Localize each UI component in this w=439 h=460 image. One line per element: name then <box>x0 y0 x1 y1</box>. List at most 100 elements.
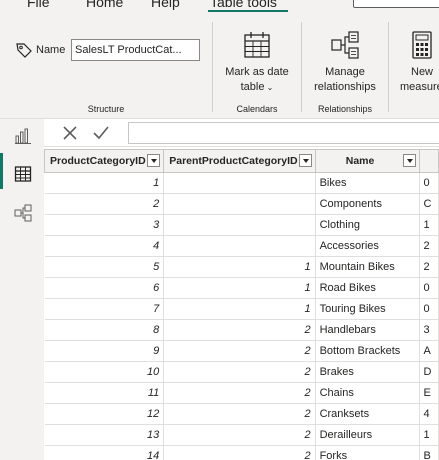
filter-dropdown-icon[interactable] <box>298 154 312 167</box>
cell-parent-product-category-id[interactable] <box>163 214 316 236</box>
cell-parent-product-category-id[interactable] <box>163 235 316 257</box>
formula-bar <box>44 119 439 147</box>
table-row[interactable]: 4 Accessories 2 <box>44 235 439 257</box>
cell-parent-product-category-id[interactable]: 2 <box>163 445 316 460</box>
column-header[interactable]: ParentProductCategoryID <box>163 149 316 173</box>
formula-input[interactable] <box>128 122 439 144</box>
cell-parent-product-category-id[interactable]: 2 <box>163 424 316 446</box>
column-header[interactable]: Name <box>314 149 420 173</box>
cell-product-category-id[interactable]: 3 <box>44 214 165 236</box>
cell-product-category-id[interactable]: 7 <box>44 298 165 320</box>
table-row[interactable]: 9 2 Bottom Brackets A <box>44 340 439 362</box>
model-view-icon[interactable] <box>14 204 32 222</box>
cell-product-category-id[interactable]: 12 <box>44 403 165 425</box>
cell-next-column[interactable]: B <box>419 445 439 460</box>
cell-name[interactable]: Components <box>315 193 420 215</box>
cell-parent-product-category-id[interactable]: 2 <box>163 361 316 383</box>
menu-file[interactable]: File <box>27 0 50 10</box>
cell-next-column[interactable]: 1 <box>419 424 439 446</box>
cell-next-column[interactable]: 0 <box>419 298 439 320</box>
cell-parent-product-category-id[interactable]: 1 <box>163 298 316 320</box>
cell-next-column[interactable]: 2 <box>419 235 439 257</box>
cell-name[interactable]: Touring Bikes <box>315 298 420 320</box>
manage-relationships-button[interactable]: Manage relationships <box>308 30 382 95</box>
cell-name[interactable]: Brakes <box>315 361 420 383</box>
cell-parent-product-category-id[interactable] <box>163 193 316 215</box>
cell-product-category-id[interactable]: 11 <box>44 382 165 404</box>
cell-product-category-id[interactable]: 9 <box>44 340 165 362</box>
cell-name[interactable]: Clothing <box>315 214 420 236</box>
cell-name[interactable]: Bottom Brackets <box>315 340 420 362</box>
cell-product-category-id[interactable]: 14 <box>44 445 165 460</box>
calendars-group-label: Calendars <box>236 104 278 114</box>
column-header[interactable] <box>418 149 439 173</box>
new-measure-label-2: measure <box>400 81 439 93</box>
cell-next-column[interactable]: 2 <box>419 256 439 278</box>
filter-dropdown-icon[interactable] <box>147 154 161 167</box>
table-view-icon[interactable] <box>14 165 32 183</box>
table-row[interactable]: 5 1 Mountain Bikes 2 <box>44 256 439 278</box>
cell-name[interactable]: Derailleurs <box>315 424 420 446</box>
cell-name[interactable]: Bikes <box>315 172 420 194</box>
table-row[interactable]: 11 2 Chains E <box>44 382 439 404</box>
cell-product-category-id[interactable]: 1 <box>44 172 165 194</box>
calculations-group: New measure <box>389 12 439 118</box>
cell-next-column[interactable]: A <box>419 340 439 362</box>
table-row[interactable]: 10 2 Brakes D <box>44 361 439 383</box>
close-icon[interactable] <box>61 124 79 142</box>
cell-next-column[interactable]: 0 <box>419 172 439 194</box>
cell-parent-product-category-id[interactable]: 2 <box>163 403 316 425</box>
cell-next-column[interactable]: C <box>419 193 439 215</box>
search-box[interactable] <box>353 0 439 8</box>
menu-table-tools[interactable]: Table tools <box>210 0 277 10</box>
cell-name[interactable]: Forks <box>315 445 420 460</box>
relationships-icon <box>331 31 359 59</box>
cell-product-category-id[interactable]: 8 <box>44 319 165 341</box>
manage-label-2: relationships <box>314 81 376 93</box>
cell-parent-product-category-id[interactable]: 1 <box>163 256 316 278</box>
cell-next-column[interactable]: D <box>419 361 439 383</box>
cell-next-column[interactable]: 1 <box>419 214 439 236</box>
cell-name[interactable]: Road Bikes <box>315 277 420 299</box>
cell-parent-product-category-id[interactable]: 2 <box>163 319 316 341</box>
cell-parent-product-category-id[interactable] <box>163 172 316 194</box>
check-icon[interactable] <box>92 124 110 142</box>
menu-home[interactable]: Home <box>86 0 123 10</box>
cell-parent-product-category-id[interactable]: 2 <box>163 340 316 362</box>
structure-group-label: Structure <box>87 104 125 114</box>
menu-help[interactable]: Help <box>151 0 180 10</box>
cell-product-category-id[interactable]: 5 <box>44 256 165 278</box>
table-row[interactable]: 7 1 Touring Bikes 0 <box>44 298 439 320</box>
cell-name[interactable]: Cranksets <box>315 403 420 425</box>
filter-dropdown-icon[interactable] <box>402 154 416 167</box>
table-row[interactable]: 14 2 Forks B <box>44 445 439 460</box>
table-row[interactable]: 3 Clothing 1 <box>44 214 439 236</box>
mark-as-date-table-button[interactable]: Mark as date table ⌄ <box>221 30 293 95</box>
table-row[interactable]: 8 2 Handlebars 3 <box>44 319 439 341</box>
mark-as-date-label-2: table ⌄ <box>240 81 274 93</box>
cell-next-column[interactable]: 4 <box>419 403 439 425</box>
cell-product-category-id[interactable]: 13 <box>44 424 165 446</box>
table-row[interactable]: 6 1 Road Bikes 0 <box>44 277 439 299</box>
table-name-input[interactable]: SalesLT ProductCat... <box>71 39 200 61</box>
cell-next-column[interactable]: 3 <box>419 319 439 341</box>
table-row[interactable]: 12 2 Cranksets 4 <box>44 403 439 425</box>
cell-product-category-id[interactable]: 2 <box>44 193 165 215</box>
column-header[interactable]: ProductCategoryID <box>44 149 165 173</box>
cell-next-column[interactable]: 0 <box>419 277 439 299</box>
cell-name[interactable]: Handlebars <box>315 319 420 341</box>
cell-parent-product-category-id[interactable]: 2 <box>163 382 316 404</box>
cell-name[interactable]: Chains <box>315 382 420 404</box>
table-row[interactable]: 1 Bikes 0 <box>44 172 439 194</box>
table-row[interactable]: 2 Components C <box>44 193 439 215</box>
cell-parent-product-category-id[interactable]: 1 <box>163 277 316 299</box>
cell-product-category-id[interactable]: 6 <box>44 277 165 299</box>
cell-next-column[interactable]: E <box>419 382 439 404</box>
cell-product-category-id[interactable]: 4 <box>44 235 165 257</box>
new-measure-button[interactable]: New measure <box>395 30 439 95</box>
cell-name[interactable]: Mountain Bikes <box>315 256 420 278</box>
report-view-icon[interactable] <box>14 127 32 145</box>
table-row[interactable]: 13 2 Derailleurs 1 <box>44 424 439 446</box>
cell-name[interactable]: Accessories <box>315 235 420 257</box>
cell-product-category-id[interactable]: 10 <box>44 361 165 383</box>
